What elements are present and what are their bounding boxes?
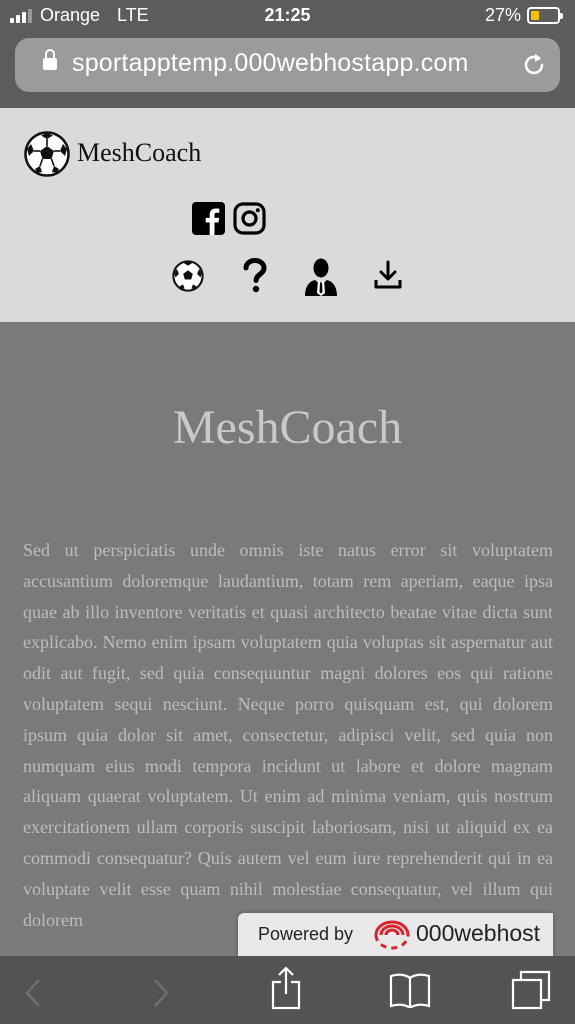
question-icon[interactable] xyxy=(242,258,268,294)
swirl-logo-icon xyxy=(374,920,410,950)
social-links xyxy=(192,202,266,235)
page-title: MeshCoach xyxy=(172,401,403,454)
facebook-icon[interactable] xyxy=(192,202,225,235)
forward-icon[interactable] xyxy=(152,978,170,1008)
share-icon[interactable] xyxy=(271,966,301,1010)
soccer-ball-icon[interactable] xyxy=(24,131,70,177)
body-text: Sed ut perspiciatis unde omnis iste natu… xyxy=(23,540,553,930)
instagram-icon[interactable] xyxy=(233,202,266,235)
lock-icon xyxy=(43,49,57,70)
browser-chrome: Orange LTE 21:25 27% sportapptemp.000web… xyxy=(0,0,575,108)
battery-percent: 27% xyxy=(485,5,522,25)
bookmarks-icon[interactable] xyxy=(389,972,431,1008)
tabs-icon[interactable] xyxy=(511,970,551,1010)
hosting-badge[interactable]: Powered by 000webhost xyxy=(238,913,553,956)
browser-toolbar xyxy=(0,956,575,1024)
host-name: 000webhost xyxy=(416,920,541,946)
main-content: MeshCoach Sed ut perspiciatis unde omnis… xyxy=(0,322,575,956)
download-icon[interactable] xyxy=(374,260,402,290)
brand-name[interactable]: MeshCoach xyxy=(77,138,201,168)
site-header: MeshCoach xyxy=(0,108,575,322)
status-bar: Orange LTE 21:25 27% xyxy=(0,0,575,32)
nav-icons xyxy=(170,258,410,298)
back-icon[interactable] xyxy=(24,978,42,1008)
powered-by-label: Powered by xyxy=(258,924,354,944)
soccer-ball-icon[interactable] xyxy=(172,260,204,292)
reload-icon[interactable] xyxy=(521,51,547,79)
address-bar[interactable]: sportapptemp.000webhostapp.com xyxy=(15,38,560,92)
url-text[interactable]: sportapptemp.000webhostapp.com xyxy=(72,49,469,78)
user-icon[interactable] xyxy=(305,258,337,296)
battery-icon xyxy=(527,7,563,24)
